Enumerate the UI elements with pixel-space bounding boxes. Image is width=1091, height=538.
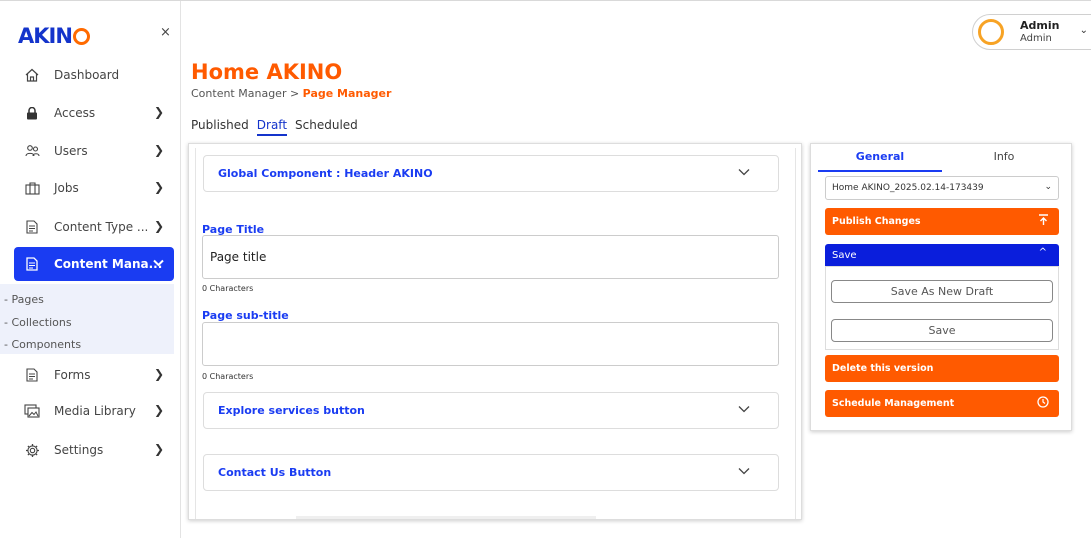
home-icon (22, 65, 42, 85)
chevron-right-icon: ❯ (153, 442, 164, 456)
page-title-counter: 0 Characters (202, 284, 254, 293)
chevron-right-icon: ❯ (153, 105, 164, 119)
akino-logo: AKIN (18, 24, 90, 48)
accordion-title: Contact Us Button (218, 466, 332, 479)
logo-ring (72, 27, 90, 45)
user-menu[interactable]: Admin Admin ⌄ (972, 14, 1091, 50)
sidebar-item-label: Settings (54, 443, 104, 457)
schedule-management-button[interactable]: Schedule Management (825, 390, 1059, 417)
subnav-pages[interactable]: - Pages (4, 289, 174, 312)
sidebar-item-access[interactable]: Access ❯ (14, 97, 174, 129)
sidebar-item-media-library[interactable]: Media Library ❯ (14, 395, 174, 427)
contact-us-accordion[interactable]: Contact Us Button (203, 454, 779, 491)
sidebar-item-label: Media Library (54, 404, 136, 418)
user-role: Admin (1020, 33, 1052, 44)
sidebar-item-label: Content Mana... (54, 257, 163, 271)
sidebar-item-content-type[interactable]: Content Type ... ❯ (14, 211, 174, 243)
chevron-right-icon: ❯ (153, 219, 164, 233)
editor-inner: Global Component : Header AKINO Page Tit… (195, 148, 796, 519)
version-select[interactable]: Home AKINO_2025.02.14-173439 ⌄ (825, 176, 1059, 200)
global-component-accordion[interactable]: Global Component : Header AKINO (203, 155, 779, 192)
chevron-right-icon: ❯ (153, 143, 164, 157)
editor-card: Global Component : Header AKINO Page Tit… (188, 143, 802, 520)
chevron-down-icon (153, 256, 164, 270)
close-sidebar-icon[interactable]: × (160, 25, 171, 40)
sidebar-item-label: Access (54, 106, 96, 120)
media-icon (22, 401, 42, 421)
chevron-down-icon: ⌄ (1079, 25, 1088, 36)
subnav-components[interactable]: - Components (4, 334, 174, 357)
sidebar-item-label: Users (54, 144, 88, 158)
button-label: Save (832, 249, 857, 261)
sidebar-item-jobs[interactable]: Jobs ❯ (14, 172, 174, 204)
sidebar-item-label: Content Type ... (54, 220, 149, 234)
briefcase-icon (22, 178, 42, 198)
right-panel: General Info Home AKINO_2025.02.14-17343… (810, 143, 1072, 431)
page-subtitle-counter: 0 Characters (202, 372, 254, 381)
breadcrumb-parent[interactable]: Content Manager > (191, 87, 303, 100)
page-subtitle-label: Page sub-title (202, 309, 289, 322)
page-subtitle-input[interactable] (202, 322, 779, 366)
tab-published[interactable]: Published (191, 118, 249, 136)
breadcrumb: Content Manager > Page Manager (191, 87, 391, 100)
sidebar-item-label: Dashboard (54, 68, 120, 82)
chevron-down-icon: ⌄ (1044, 182, 1052, 192)
gear-icon (22, 440, 42, 460)
avatar (978, 19, 1004, 45)
version-select-value: Home AKINO_2025.02.14-173439 (832, 183, 984, 193)
user-name: Admin (1020, 19, 1060, 32)
chevron-down-icon (738, 165, 750, 179)
breadcrumb-current: Page Manager (302, 87, 392, 100)
chevron-right-icon: ❯ (153, 403, 164, 417)
tab-general[interactable]: General (818, 150, 942, 172)
page-title-input[interactable]: Page title (202, 235, 779, 279)
chevron-right-icon: ❯ (153, 367, 164, 381)
save-options: Save As New Draft Save (825, 266, 1059, 350)
sidebar-item-label: Forms (54, 368, 91, 382)
chevron-down-icon (738, 402, 750, 416)
tab-scheduled[interactable]: Scheduled (295, 118, 358, 136)
publish-changes-button[interactable]: Publish Changes (825, 208, 1059, 235)
chevron-up-icon: ^ (1038, 247, 1047, 258)
chevron-right-icon: ❯ (153, 180, 164, 194)
sidebar-item-forms[interactable]: Forms ❯ (14, 359, 174, 391)
tab-draft[interactable]: Draft (256, 118, 288, 136)
button-label: Publish Changes (832, 216, 921, 227)
accordion-title: Global Component : Header AKINO (218, 167, 433, 180)
save-as-new-draft-button[interactable]: Save As New Draft (831, 280, 1053, 303)
lock-icon (22, 103, 42, 123)
button-label: Delete this version (832, 363, 934, 374)
upload-icon (1038, 214, 1049, 229)
accordion-title: Explore services button (218, 404, 365, 417)
sidebar: AKIN × Dashboard Access ❯ Users ❯ Jobs ❯… (0, 1, 181, 538)
sidebar-item-users[interactable]: Users ❯ (14, 135, 174, 167)
document-icon (22, 365, 42, 385)
clipped-content (296, 516, 596, 519)
sidebar-item-label: Jobs (54, 181, 79, 195)
logo-text: AKIN (18, 24, 73, 48)
subnav-collections[interactable]: - Collections (4, 312, 174, 335)
chevron-down-icon (738, 464, 750, 478)
panel-tabs: General Info (818, 150, 1066, 172)
document-icon (22, 217, 42, 237)
content-manager-subnav: - Pages - Collections - Components (0, 284, 174, 354)
save-button[interactable]: Save (831, 319, 1053, 342)
tab-info[interactable]: Info (942, 150, 1066, 172)
version-tabs: Published Draft Scheduled (191, 118, 366, 136)
sidebar-item-settings[interactable]: Settings ❯ (14, 434, 174, 466)
sidebar-item-dashboard[interactable]: Dashboard (14, 59, 174, 91)
button-label: Schedule Management (832, 398, 955, 409)
document-icon (22, 254, 42, 274)
save-section-toggle[interactable]: Save ^ (825, 244, 1059, 266)
delete-version-button[interactable]: Delete this version (825, 355, 1059, 382)
clock-icon (1037, 396, 1049, 411)
sidebar-item-content-manager[interactable]: Content Mana... (14, 247, 174, 281)
page-title: Home AKINO (191, 60, 343, 84)
users-icon (22, 141, 42, 161)
explore-services-accordion[interactable]: Explore services button (203, 392, 779, 429)
